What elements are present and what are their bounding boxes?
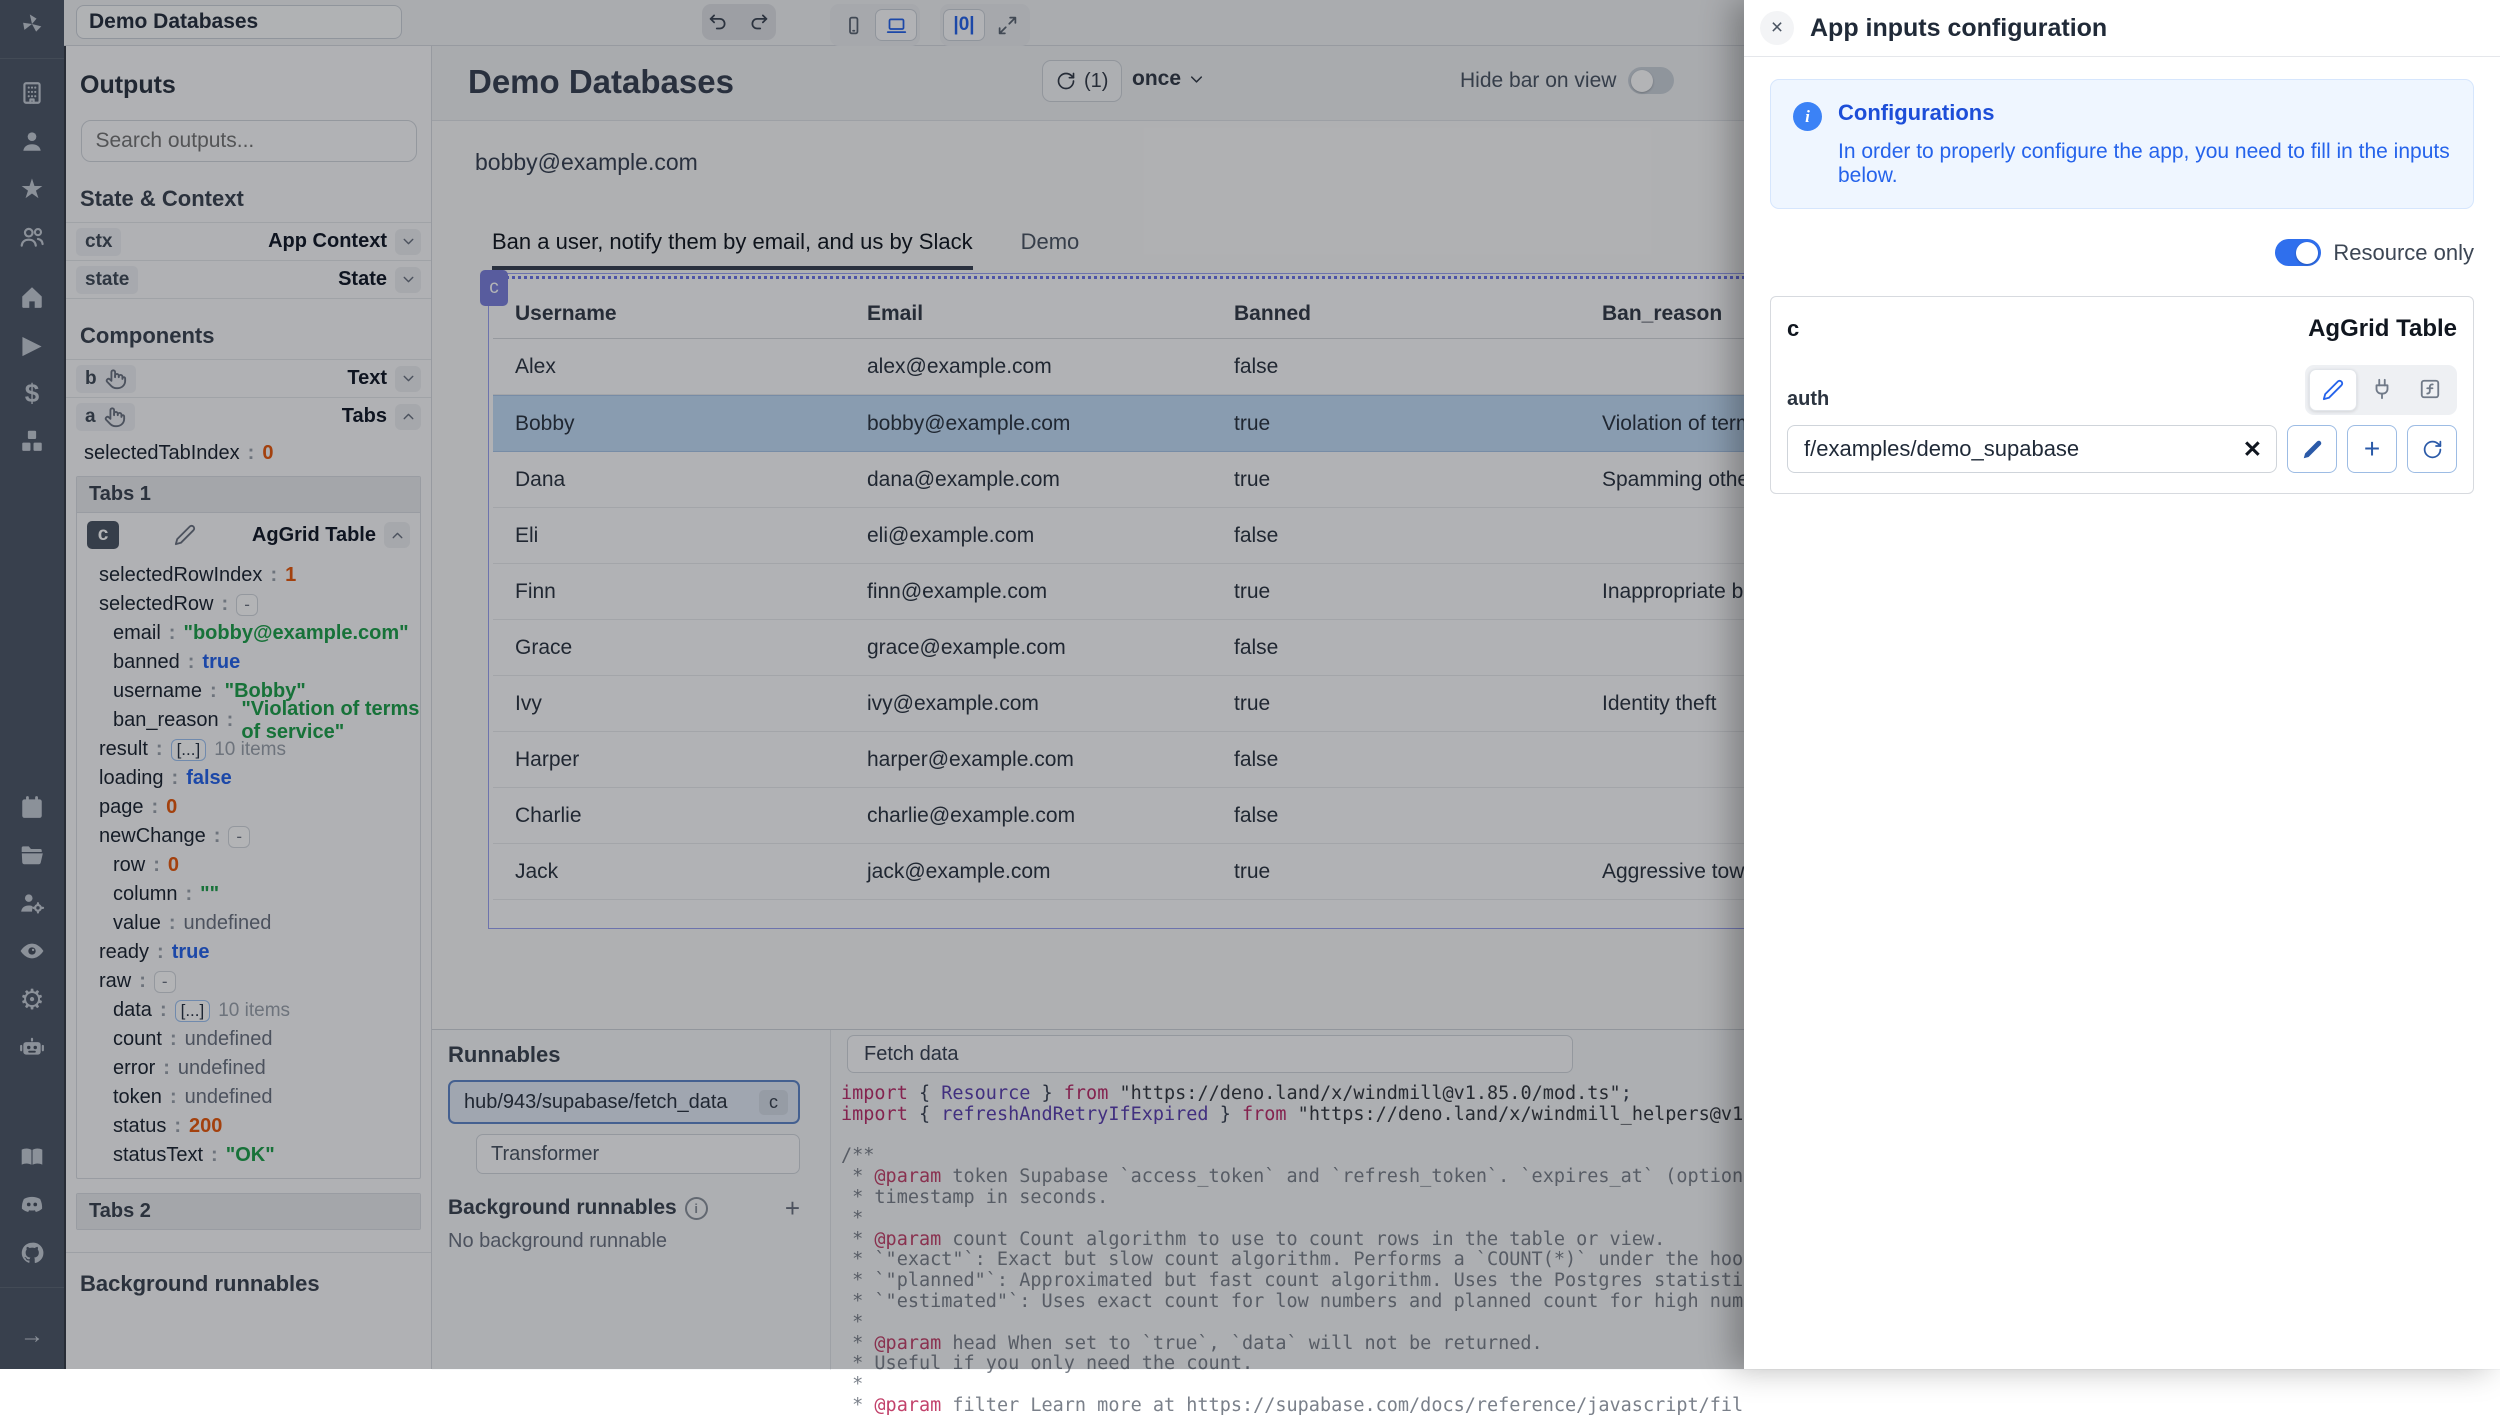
configurations-alert: i Configurations In order to properly co…: [1770, 79, 2474, 209]
resource-only-toggle[interactable]: [2275, 239, 2321, 266]
resource-input-wrap: ✕: [1787, 425, 2277, 473]
alert-body: In order to properly configure the app, …: [1838, 140, 2451, 188]
input-mode-tabs: [2305, 365, 2457, 415]
app-inputs-drawer: × App inputs configuration i Configurati…: [1744, 0, 2500, 1369]
edit-resource-button[interactable]: [2287, 425, 2337, 473]
connect-mode-icon[interactable]: [2359, 369, 2405, 409]
clear-input-icon[interactable]: ✕: [2243, 436, 2262, 463]
resource-only-row: Resource only: [1770, 239, 2474, 266]
close-icon[interactable]: ×: [1760, 11, 1794, 45]
alert-title: Configurations: [1838, 100, 2451, 126]
resource-path-input[interactable]: [1802, 435, 2243, 463]
component-id-label: c: [1787, 316, 1799, 342]
drawer-backdrop[interactable]: [0, 0, 1744, 1369]
drawer-title: App inputs configuration: [1810, 14, 2107, 43]
static-mode-icon[interactable]: [2309, 369, 2357, 411]
auth-field-label: auth: [1787, 388, 1829, 415]
eval-mode-icon[interactable]: [2407, 369, 2453, 409]
resource-only-label: Resource only: [2333, 240, 2474, 266]
code-line: * @param filter Learn more at https://su…: [841, 1396, 2500, 1417]
resource-input-row: ✕ +: [1787, 425, 2457, 473]
add-resource-button[interactable]: +: [2347, 425, 2397, 473]
drawer-header: × App inputs configuration: [1744, 0, 2500, 57]
component-type-label: AgGrid Table: [2308, 315, 2457, 343]
component-input-card: c AgGrid Table auth ✕ +: [1770, 296, 2474, 494]
code-line: *: [841, 1375, 2500, 1396]
refresh-resource-button[interactable]: [2407, 425, 2457, 473]
info-icon: i: [1793, 102, 1822, 131]
